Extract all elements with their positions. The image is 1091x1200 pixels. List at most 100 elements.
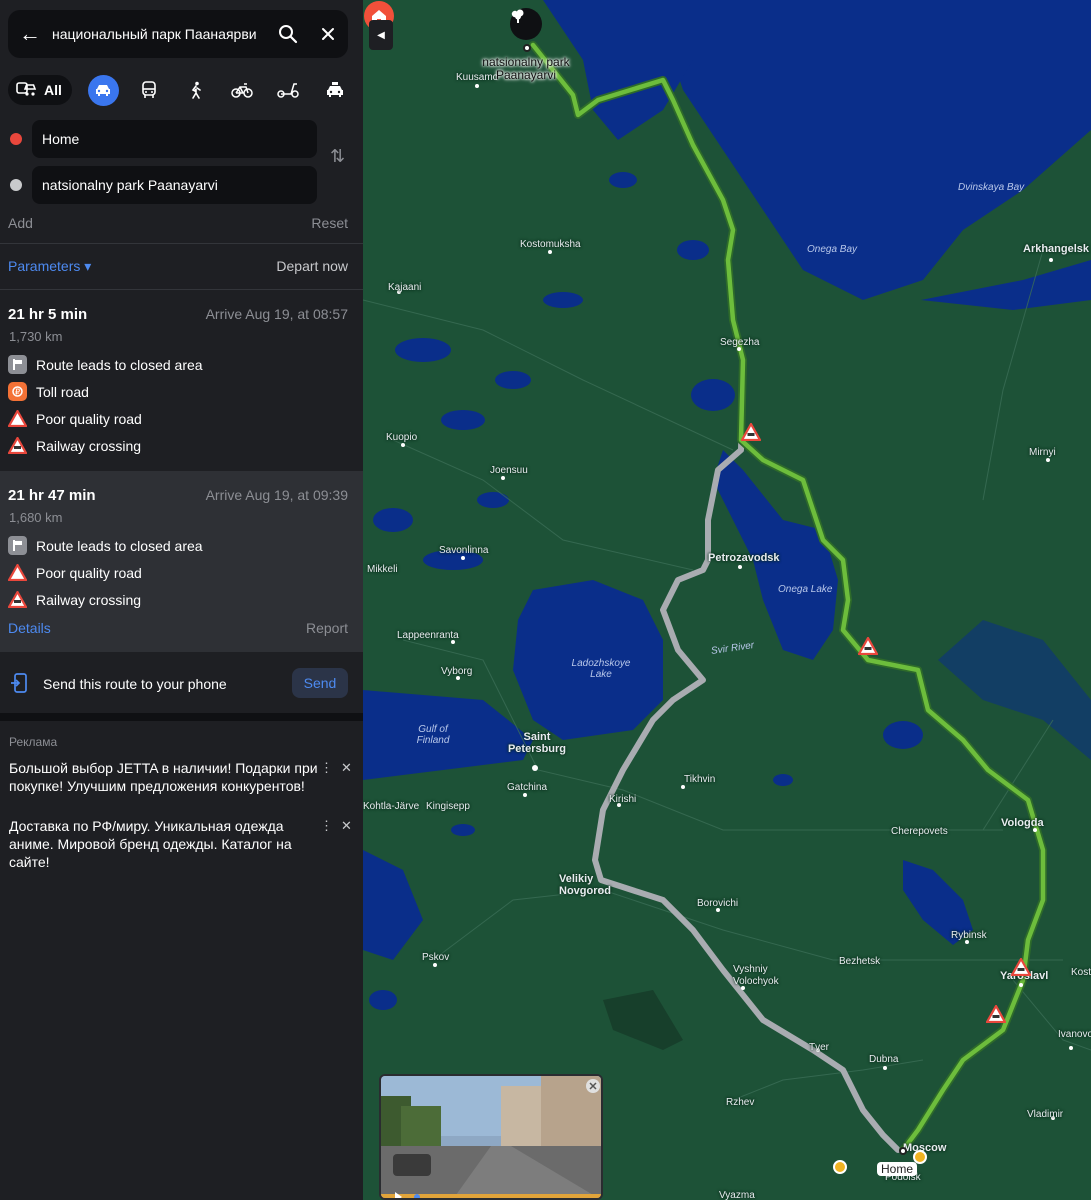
- city-label: Tver: [809, 1042, 829, 1053]
- city-label: Joensuu: [490, 465, 528, 476]
- city-label: Savonlinna: [439, 545, 489, 556]
- route-feature: Route leads to closed area: [8, 355, 203, 374]
- send-button[interactable]: Send: [292, 668, 348, 698]
- depart-now-button[interactable]: Depart now: [276, 258, 348, 275]
- forest-patch: [603, 990, 683, 1050]
- report-link[interactable]: Report: [306, 620, 348, 636]
- destination-dot-icon: [10, 179, 22, 191]
- city-label: Kingisepp: [426, 801, 470, 812]
- video-frame: [381, 1076, 601, 1198]
- mode-taxi-button[interactable]: [312, 74, 358, 106]
- mode-walk-button[interactable]: [173, 74, 219, 106]
- railway-crossing-marker-icon[interactable]: [741, 423, 761, 441]
- mode-scooter-button[interactable]: [265, 74, 311, 106]
- collapse-sidebar-button[interactable]: ◀: [369, 20, 393, 50]
- route-feature: Railway crossing: [8, 590, 141, 609]
- water-label: Onega Bay: [807, 244, 858, 255]
- route-option-2[interactable]: 21 hr 47 min Arrive Aug 19, at 09:39 1,6…: [0, 471, 363, 652]
- bicycle-icon: [231, 83, 253, 98]
- toll-road-icon: ₽: [8, 382, 27, 401]
- lakes: [369, 172, 923, 1010]
- origin-input[interactable]: Home: [32, 120, 317, 158]
- city-label: Gatchina: [507, 782, 548, 793]
- city-label: Lappeenranta: [397, 630, 459, 641]
- city-label: Kuopio: [386, 432, 418, 443]
- ad-item[interactable]: Доставка по РФ/миру. Уникальная одежда а…: [9, 817, 321, 871]
- back-arrow-icon[interactable]: ←: [8, 10, 52, 58]
- walk-icon: [191, 81, 201, 99]
- poor-road-marker-icon[interactable]: [1011, 958, 1031, 976]
- ad-item[interactable]: Большой выбор JETTA в наличии! Подарки п…: [9, 759, 321, 795]
- feature-label: Poor quality road: [36, 564, 142, 581]
- city-label: Saint Petersburg: [507, 731, 567, 755]
- transport-mode-bar: All: [8, 74, 358, 106]
- water-label: Onega Lake: [778, 584, 833, 595]
- city-label: Vladimir: [1027, 1109, 1064, 1120]
- city-label: Vyazma: [719, 1190, 755, 1200]
- route-duration: 21 hr 47 min: [8, 487, 96, 504]
- city-label: Pskov: [422, 952, 450, 963]
- city-label: Mirnyi: [1029, 447, 1056, 458]
- route-distance: 1,680 km: [9, 510, 63, 525]
- divider: [0, 243, 363, 244]
- poi-bookmark-icon[interactable]: [913, 1150, 927, 1164]
- closed-area-icon: [8, 355, 27, 374]
- video-preview[interactable]: [379, 1074, 603, 1200]
- details-link[interactable]: Details: [8, 620, 51, 636]
- feature-label: Railway crossing: [36, 591, 142, 608]
- city-label: Segezha: [720, 337, 760, 348]
- warning-triangle-icon: [8, 409, 27, 428]
- feature-label: Toll road: [36, 383, 89, 400]
- city-label: Borovichi: [697, 898, 739, 909]
- route-panel: ← национальный парк Паанаярви All Home n…: [0, 0, 363, 1200]
- route-distance: 1,730 km: [9, 329, 63, 344]
- route-duration: 21 hr 5 min: [8, 306, 88, 323]
- city-label: Arkhangelsk: [1023, 243, 1090, 255]
- swap-waypoints-icon[interactable]: ⇅: [330, 146, 345, 167]
- poor-road-marker-icon[interactable]: [986, 1005, 1006, 1023]
- city-label: Kostroma: [1071, 967, 1091, 978]
- city-label: Cherepovets: [891, 826, 948, 837]
- more-options-icon[interactable]: ⋮: [320, 760, 333, 776]
- parameters-dropdown[interactable]: Parameters ▾: [8, 258, 91, 275]
- close-ad-icon[interactable]: ✕: [341, 760, 352, 776]
- close-ad-icon[interactable]: ✕: [341, 818, 352, 834]
- route-arrival: Arrive Aug 19, at 08:57: [205, 306, 348, 322]
- mode-car-button[interactable]: [80, 74, 126, 106]
- destination-input[interactable]: natsionalny park Paanayarvi: [32, 166, 317, 204]
- destination-pin-icon[interactable]: [510, 8, 542, 40]
- close-icon[interactable]: [308, 10, 348, 58]
- map-view[interactable]: Dvinskaya Bay Onega Bay Onega Lake Ladoz…: [363, 0, 1091, 1200]
- route-feature: Poor quality road: [8, 409, 142, 428]
- water-label: Ladozhskoye Lake: [571, 658, 631, 680]
- ad-label: Реклама: [9, 735, 58, 749]
- route-option-1[interactable]: 21 hr 5 min Arrive Aug 19, at 08:57 1,73…: [0, 290, 363, 471]
- railway-crossing-marker-icon[interactable]: [858, 637, 878, 655]
- mode-bike-button[interactable]: [219, 74, 265, 106]
- peipus-lake: [363, 850, 423, 960]
- search-query[interactable]: национальный парк Паанаярви: [52, 26, 268, 42]
- svg-text:₽: ₽: [15, 388, 20, 397]
- search-icon[interactable]: [268, 10, 308, 58]
- ads-separator: [0, 713, 363, 721]
- all-modes-icon: [16, 81, 38, 100]
- city-label: Rzhev: [726, 1097, 755, 1108]
- railway-crossing-icon: [8, 590, 27, 609]
- warning-triangle-icon: [8, 563, 27, 582]
- mode-transit-button[interactable]: [126, 74, 172, 106]
- city-label: Dubna: [869, 1054, 899, 1065]
- search-box[interactable]: ← национальный парк Паанаярви: [8, 10, 348, 58]
- car-icon: [96, 85, 111, 96]
- city-label: Velikiy Novgorod: [559, 873, 611, 897]
- city-label: Tikhvin: [684, 774, 716, 785]
- more-options-icon[interactable]: ⋮: [320, 818, 333, 834]
- poi-bookmark-icon[interactable]: [833, 1160, 847, 1174]
- feature-label: Route leads to closed area: [36, 356, 203, 373]
- home-label: Home: [877, 1162, 918, 1176]
- reset-button[interactable]: Reset: [311, 215, 348, 231]
- railway-crossing-icon: [8, 436, 27, 455]
- ad-controls: ⋮ ✕: [320, 760, 352, 776]
- city-label: Petrozavodsk: [708, 552, 780, 564]
- add-waypoint-button[interactable]: Add: [8, 215, 33, 231]
- mode-all-button[interactable]: All: [8, 75, 72, 105]
